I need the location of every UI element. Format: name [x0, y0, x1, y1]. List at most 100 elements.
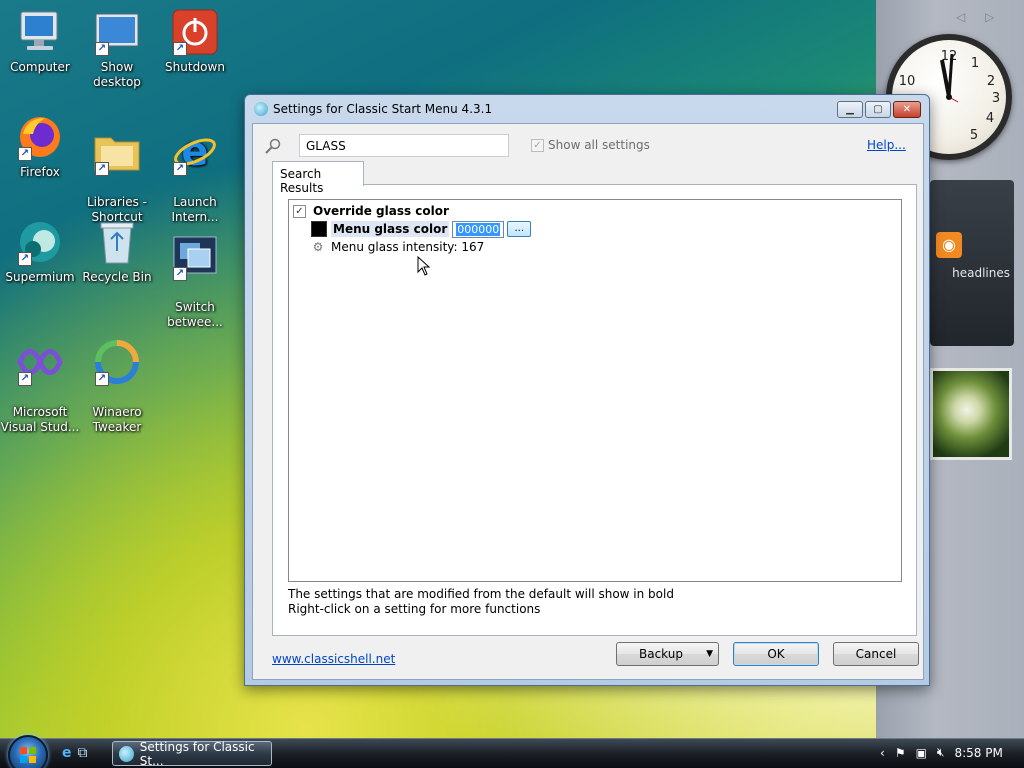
visual-studio-icon: ↗ [16, 338, 64, 386]
search-results-panel: ✓ Override glass color Menu glass color … [272, 184, 917, 636]
headlines-label: headlines [952, 266, 1010, 280]
system-tray: ‹ ⚑ ▣ 🔇︎ 8:58 PM [880, 745, 1003, 760]
dropdown-arrow-icon: ▼ [706, 649, 713, 659]
quick-launch: e ⧉ [62, 745, 88, 761]
search-row: ✓ Show all settings [265, 134, 905, 158]
shortcut-arrow-icon: ↗ [173, 267, 187, 281]
taskbar-button-label: Settings for Classic St... [139, 739, 255, 768]
minimize-button[interactable]: ▁ [837, 101, 863, 118]
desktop-icon-label: Recycle Bin [82, 270, 152, 284]
desktop-icon-label: Show desktop [93, 60, 141, 89]
ok-button[interactable]: OK [733, 642, 819, 666]
feed-headlines-gadget[interactable]: ◉ headlines [930, 180, 1014, 346]
setting-label: Menu glass intensity: 167 [331, 240, 485, 254]
shortcut-arrow-icon: ↗ [95, 42, 109, 56]
gear-icon: ⚙ [312, 240, 324, 254]
winaero-tweaker-icon: ↗ [93, 338, 141, 386]
checkbox-checked-icon: ✓ [531, 138, 544, 152]
settings-tree[interactable]: ✓ Override glass color Menu glass color … [288, 199, 902, 582]
svg-text:5: 5 [970, 128, 978, 143]
svg-text:10: 10 [899, 74, 916, 89]
start-button[interactable] [8, 735, 48, 768]
note-modified-bold: The settings that are modified from the … [288, 587, 674, 601]
shortcut-arrow-icon: ↗ [18, 147, 32, 161]
desktop-icon-label: Computer [10, 60, 70, 74]
settings-dialog: Settings for Classic Start Menu 4.3.1 ▁ … [244, 94, 930, 686]
desktop-icon-recycle-bin[interactable]: Recycle Bin [77, 218, 157, 285]
mouse-cursor-icon [417, 256, 431, 276]
switch-windows-icon[interactable]: ⧉ [78, 745, 88, 761]
folder-icon: ↗ [93, 128, 141, 176]
note-right-click: Right-click on a setting for more functi… [288, 602, 541, 616]
windows-logo-icon [20, 747, 36, 763]
desktop-icon-label: Supermium [5, 270, 75, 284]
setting-menu-glass-color[interactable]: Menu glass color 000000 ... [311, 220, 532, 238]
checkbox-checked-icon[interactable]: ✓ [293, 204, 306, 218]
shortcut-arrow-icon: ↗ [95, 372, 109, 386]
setting-menu-glass-intensity[interactable]: ⚙ Menu glass intensity: 167 [311, 238, 485, 256]
shortcut-arrow-icon: ↗ [173, 42, 187, 56]
desktop-icon-label: Firefox [20, 165, 60, 179]
search-icon [265, 138, 281, 154]
desktop-icon-visual-studio[interactable]: ↗ Microsoft Visual Stud... [0, 323, 80, 450]
desktop-icon-shutdown[interactable]: ↗ Shutdown [155, 8, 235, 75]
gadget-nav-arrows-icon[interactable]: ◁ ▷ [956, 10, 1002, 24]
power-icon: ↗ [171, 8, 219, 56]
classic-shell-icon [119, 745, 134, 762]
clock[interactable]: 8:58 PM [954, 746, 1002, 760]
volume-muted-icon[interactable]: 🔇︎ [937, 745, 945, 760]
desktop-icon-firefox[interactable]: ↗ Firefox [0, 113, 80, 180]
setting-label: Override glass color [313, 204, 449, 218]
desktop-icon-supermium[interactable]: ↗ Supermium [0, 218, 80, 285]
taskbar: e ⧉ Settings for Classic St... ‹ ⚑ ▣ 🔇︎ … [0, 735, 1024, 768]
dialog-client-area: ✓ Show all settings Help... Search Resul… [252, 123, 924, 680]
setting-override-glass-color[interactable]: ✓ Override glass color [293, 202, 449, 220]
show-hidden-icons-chevron-icon[interactable]: ‹ [880, 746, 885, 760]
desktop-icon-label: Switch betwee... [167, 300, 223, 329]
dialog-title: Settings for Classic Start Menu 4.3.1 [273, 102, 493, 116]
slideshow-gadget[interactable] [930, 368, 1012, 460]
search-input[interactable] [299, 134, 509, 157]
action-center-flag-icon[interactable]: ⚑ [895, 746, 906, 760]
firefox-icon: ↗ [16, 113, 64, 161]
internet-explorer-icon[interactable]: e [62, 745, 72, 761]
svg-text:1: 1 [971, 56, 979, 71]
desktop-icon-computer[interactable]: Computer [0, 8, 80, 75]
computer-icon [16, 8, 64, 56]
show-all-settings-checkbox[interactable]: ✓ Show all settings [531, 138, 650, 152]
color-swatch [311, 221, 327, 237]
desktop-icon-label: Winaero Tweaker [92, 405, 142, 434]
show-desktop-icon: ↗ [93, 8, 141, 56]
taskbar-button-settings[interactable]: Settings for Classic St... [112, 739, 272, 768]
desktop-icon-switch-windows[interactable]: ↗ Switch betwee... [155, 218, 235, 345]
recycle-bin-icon [93, 218, 141, 266]
setting-label: Menu glass color [331, 221, 450, 237]
cancel-button[interactable]: Cancel [833, 642, 919, 666]
dialog-titlebar[interactable]: Settings for Classic Start Menu 4.3.1 ▁ … [245, 95, 929, 123]
desktop-icon-label: Shutdown [165, 60, 225, 74]
tab-search-results[interactable]: Search Results [272, 161, 364, 195]
internet-explorer-icon: e ↗ [171, 128, 219, 176]
color-value-text: 000000 [456, 222, 501, 236]
desktop-icon-show-desktop[interactable]: ↗ Show desktop [77, 8, 157, 90]
shortcut-arrow-icon: ↗ [95, 162, 109, 176]
rss-feed-icon: ◉ [936, 232, 962, 258]
show-all-settings-label: Show all settings [548, 138, 650, 152]
backup-button[interactable]: Backup ▼ [616, 642, 719, 666]
classicshell-website-link[interactable]: www.classicshell.net [272, 652, 395, 666]
shortcut-arrow-icon: ↗ [18, 372, 32, 386]
help-link[interactable]: Help... [867, 138, 906, 152]
network-icon[interactable]: ▣ [916, 746, 927, 760]
browse-color-button[interactable]: ... [507, 221, 532, 237]
switch-windows-icon: ↗ [171, 233, 219, 281]
supermium-icon: ↗ [16, 218, 64, 266]
maximize-button[interactable]: ▢ [865, 101, 891, 118]
desktop-icon-winaero-tweaker[interactable]: ↗ Winaero Tweaker [77, 323, 157, 450]
shortcut-arrow-icon: ↗ [173, 162, 187, 176]
color-value-input[interactable]: 000000 [452, 220, 505, 238]
svg-text:3: 3 [992, 91, 1000, 106]
classic-shell-icon [254, 102, 268, 116]
backup-label: Backup [639, 647, 683, 661]
svg-text:2: 2 [987, 74, 995, 89]
close-button[interactable]: ✕ [893, 101, 921, 118]
